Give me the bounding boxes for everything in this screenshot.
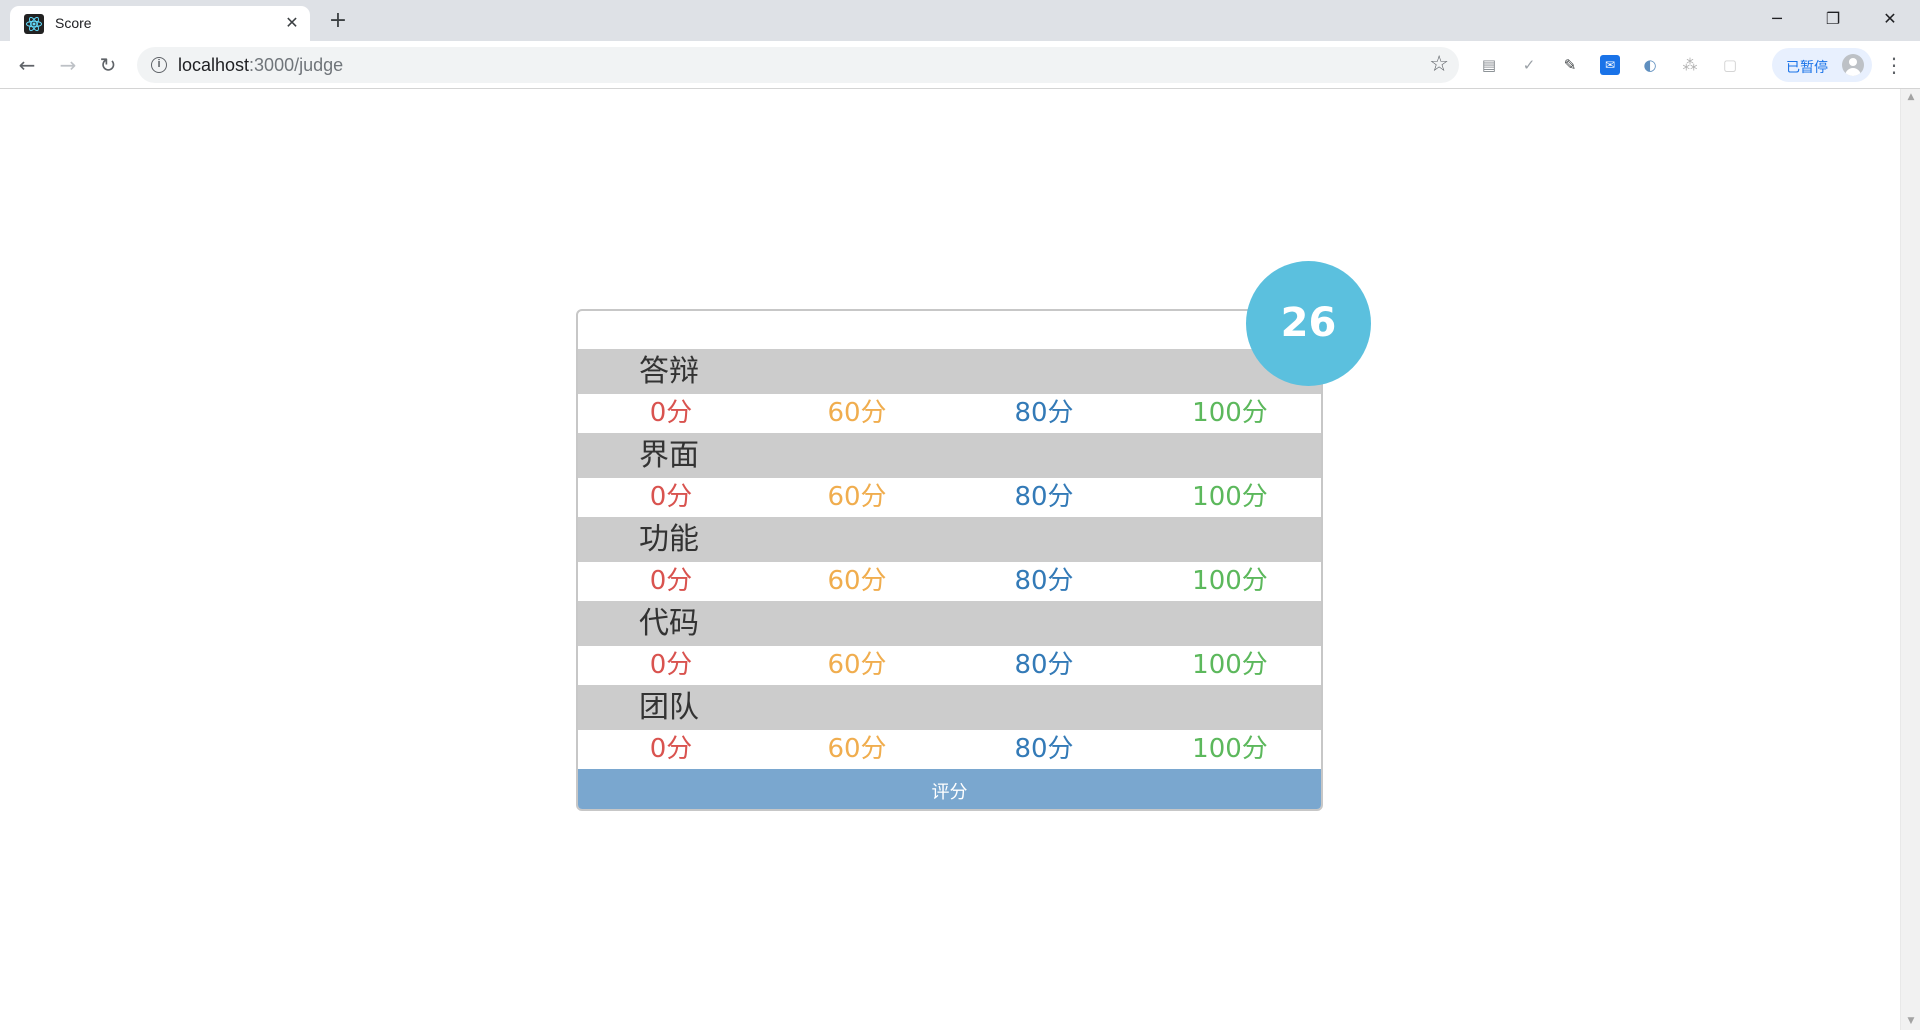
site-info-icon[interactable]: i bbox=[151, 57, 167, 73]
extension-tree-icon[interactable]: ⁂ bbox=[1680, 55, 1700, 75]
score-category: 团队 0分 60分 80分 100分 bbox=[578, 685, 1321, 769]
score-option[interactable]: 100分 bbox=[1137, 394, 1321, 433]
close-window-icon[interactable]: ✕ bbox=[1862, 0, 1918, 40]
category-name: 代码 bbox=[578, 601, 1321, 646]
score-options-row: 0分 60分 80分 100分 bbox=[578, 730, 1321, 769]
score-option[interactable]: 80分 bbox=[951, 646, 1137, 685]
bookmark-star-icon[interactable]: ☆ bbox=[1429, 52, 1449, 77]
extension-blank-icon[interactable]: ▢ bbox=[1720, 55, 1740, 75]
extension-dropper-icon[interactable]: ✎ bbox=[1560, 55, 1580, 75]
browser-tab[interactable]: Score ✕ bbox=[10, 6, 310, 41]
url-text[interactable]: localhost:3000/judge bbox=[178, 55, 343, 76]
score-card: 答辩 0分 60分 80分 100分 界面 0分 60分 80分 100分 功能 0分 60分 80分 10… bbox=[576, 309, 1323, 811]
minimize-icon[interactable]: ─ bbox=[1749, 0, 1805, 40]
score-category: 代码 0分 60分 80分 100分 bbox=[578, 601, 1321, 685]
page-viewport: 答辩 0分 60分 80分 100分 界面 0分 60分 80分 100分 功能 0分 60分 80分 10… bbox=[0, 89, 1920, 1030]
score-option[interactable]: 100分 bbox=[1137, 730, 1321, 769]
score-option[interactable]: 0分 bbox=[578, 562, 764, 601]
score-options-row: 0分 60分 80分 100分 bbox=[578, 646, 1321, 685]
score-option[interactable]: 80分 bbox=[951, 394, 1137, 433]
score-option[interactable]: 60分 bbox=[764, 646, 950, 685]
vertical-scrollbar[interactable]: ▲ ▼ bbox=[1900, 89, 1920, 1030]
extension-check-icon[interactable]: ✓ bbox=[1519, 55, 1539, 75]
score-option[interactable]: 60分 bbox=[764, 394, 950, 433]
react-logo-icon bbox=[24, 14, 44, 34]
paused-label: 已暂停 bbox=[1786, 60, 1828, 76]
reload-icon[interactable]: ↻ bbox=[94, 51, 122, 79]
back-arrow-icon[interactable]: ← bbox=[13, 51, 41, 79]
score-option[interactable]: 100分 bbox=[1137, 478, 1321, 517]
score-option[interactable]: 60分 bbox=[764, 478, 950, 517]
browser-titlebar: Score ✕ + ─ ❐ ✕ bbox=[0, 0, 1920, 41]
score-options-row: 0分 60分 80分 100分 bbox=[578, 562, 1321, 601]
category-name: 界面 bbox=[578, 433, 1321, 478]
extension-save-icon[interactable]: ✉ bbox=[1600, 55, 1620, 75]
score-option[interactable]: 0分 bbox=[578, 646, 764, 685]
close-tab-icon[interactable]: ✕ bbox=[282, 13, 302, 33]
category-name: 功能 bbox=[578, 517, 1321, 562]
score-option[interactable]: 80分 bbox=[951, 730, 1137, 769]
profile-paused-chip[interactable]: 已暂停 bbox=[1772, 48, 1872, 82]
score-category: 答辩 0分 60分 80分 100分 bbox=[578, 349, 1321, 433]
url-host: localhost bbox=[178, 55, 250, 75]
score-option[interactable]: 100分 bbox=[1137, 562, 1321, 601]
new-tab-icon[interactable]: + bbox=[325, 8, 351, 34]
restore-icon[interactable]: ❐ bbox=[1805, 0, 1861, 40]
kebab-menu-icon[interactable]: ⋮ bbox=[1880, 51, 1908, 79]
scroll-down-icon[interactable]: ▼ bbox=[1901, 1013, 1920, 1030]
score-category: 功能 0分 60分 80分 100分 bbox=[578, 517, 1321, 601]
score-category: 界面 0分 60分 80分 100分 bbox=[578, 433, 1321, 517]
browser-toolbar: ← → ↻ i localhost:3000/judge ☆ ▤ ✓ ✎ ✉ ◐… bbox=[0, 41, 1920, 89]
extension-printer-icon[interactable]: ▤ bbox=[1479, 55, 1499, 75]
submit-score-button[interactable]: 评分 bbox=[578, 769, 1321, 809]
score-option[interactable]: 60分 bbox=[764, 562, 950, 601]
url-path: :3000/judge bbox=[249, 55, 344, 75]
score-option[interactable]: 60分 bbox=[764, 730, 950, 769]
score-option[interactable]: 80分 bbox=[951, 562, 1137, 601]
score-option[interactable]: 0分 bbox=[578, 730, 764, 769]
score-option[interactable]: 0分 bbox=[578, 394, 764, 433]
score-option[interactable]: 80分 bbox=[951, 478, 1137, 517]
score-options-row: 0分 60分 80分 100分 bbox=[578, 478, 1321, 517]
category-name: 答辩 bbox=[578, 349, 1321, 394]
score-options-row: 0分 60分 80分 100分 bbox=[578, 394, 1321, 433]
address-bar[interactable]: i localhost:3000/judge ☆ bbox=[137, 47, 1459, 83]
total-score-badge: 26 bbox=[1246, 261, 1371, 386]
card-header bbox=[578, 311, 1321, 349]
avatar-icon bbox=[1842, 54, 1864, 76]
score-option[interactable]: 100分 bbox=[1137, 646, 1321, 685]
category-name: 团队 bbox=[578, 685, 1321, 730]
extension-edge-icon[interactable]: ◐ bbox=[1640, 55, 1660, 75]
scroll-up-icon[interactable]: ▲ bbox=[1901, 89, 1920, 106]
score-option[interactable]: 0分 bbox=[578, 478, 764, 517]
tab-title: Score bbox=[55, 15, 92, 31]
forward-arrow-icon[interactable]: → bbox=[54, 51, 82, 79]
